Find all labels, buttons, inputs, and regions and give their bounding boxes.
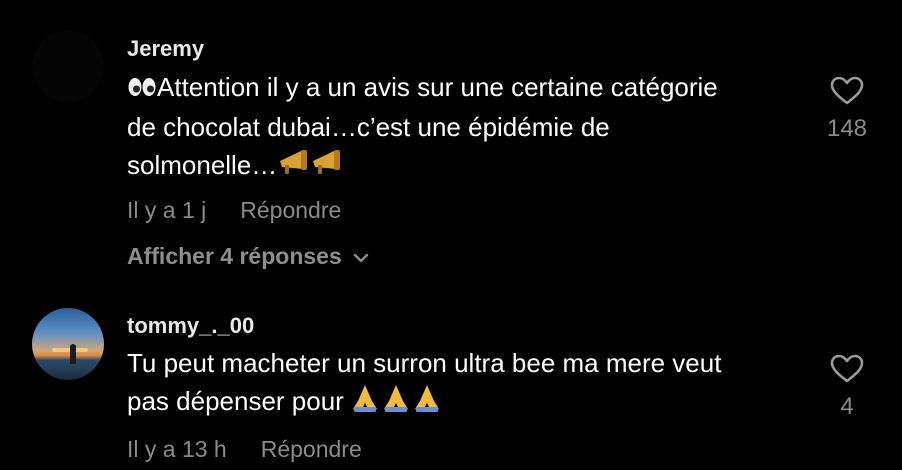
folded-hands-emoji-icon <box>351 383 441 423</box>
avatar[interactable] <box>32 30 104 102</box>
comment-meta: Il y a 1 j Répondre <box>127 197 341 224</box>
view-replies-label: Afficher 4 réponses <box>127 243 342 269</box>
comment-text-line-1: Tu peut macheter un surron ultra bee ma … <box>127 348 722 378</box>
comment-text: Tu peut macheter un surron ultra bee ma … <box>127 344 827 423</box>
comment-text-line-2: pas dépenser pour <box>127 386 344 416</box>
like-count: 4 <box>840 393 854 420</box>
view-replies-button[interactable]: Afficher 4 réponses <box>127 243 370 270</box>
avatar[interactable] <box>32 308 104 380</box>
comment-timestamp: Il y a 1 j <box>127 197 207 223</box>
megaphone-emoji-icon <box>277 147 343 187</box>
comment-timestamp: Il y a 13 h <box>127 436 227 462</box>
chevron-down-icon <box>352 243 370 270</box>
comment-text-line-2: de chocolat dubai…c’est une épidémie de <box>127 112 610 143</box>
heart-icon <box>830 354 864 389</box>
comment-text-line: solmonelle… <box>127 146 827 187</box>
avatar-image-detail <box>70 344 76 364</box>
reply-button[interactable]: Répondre <box>261 436 362 463</box>
comment-meta: Il y a 13 h Répondre <box>127 436 362 463</box>
comment-username[interactable]: tommy_._00 <box>127 313 254 339</box>
comment-text-line: Attention il y a un avis sur une certain… <box>127 68 827 108</box>
like-count: 148 <box>826 115 868 142</box>
like-button[interactable]: 148 <box>812 76 882 143</box>
like-button[interactable]: 4 <box>812 354 882 421</box>
comment-text-line: pas dépenser pour <box>127 382 827 423</box>
heart-icon <box>830 76 864 111</box>
comment-text: Attention il y a un avis sur une certain… <box>127 68 827 187</box>
comment-username[interactable]: Jeremy <box>127 36 204 62</box>
reply-button[interactable]: Répondre <box>240 197 341 224</box>
eyes-emoji-icon <box>127 70 157 108</box>
comment-text-line-3: solmonelle… <box>127 150 278 181</box>
comment-text-line-1: Attention il y a un avis sur une certain… <box>157 72 718 102</box>
